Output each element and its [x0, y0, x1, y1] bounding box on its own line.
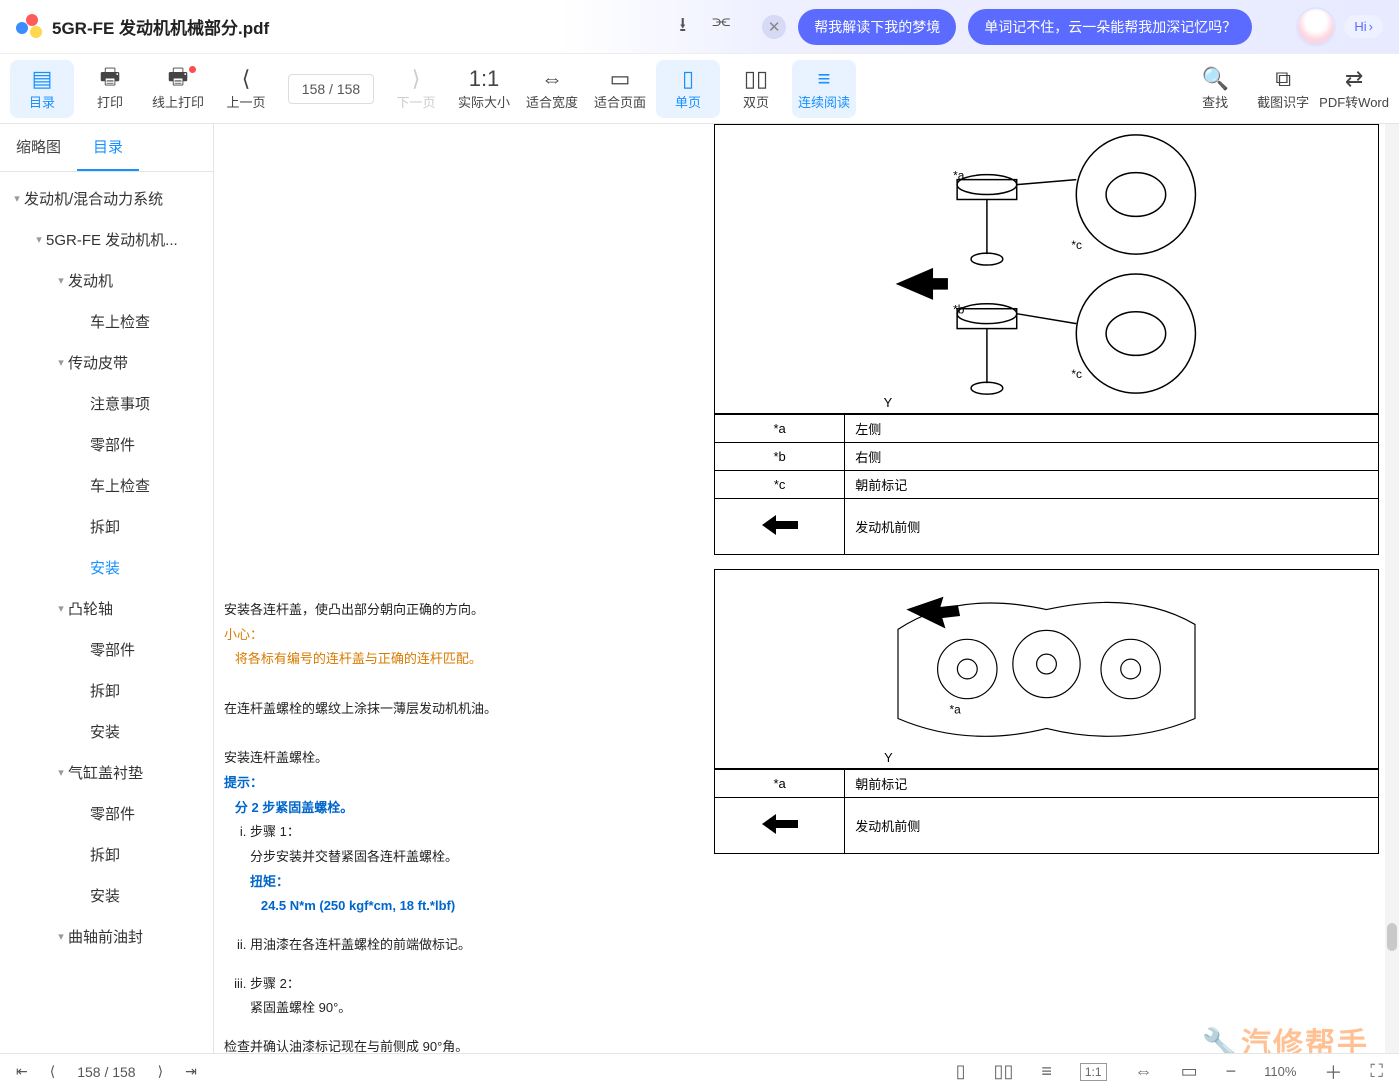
tab-outline[interactable]: 目录 — [77, 124, 139, 171]
outline-item[interactable]: ▾气缸盖衬垫 — [0, 752, 213, 793]
sidebar: 缩略图 目录 ▾发动机/混合动力系统▾5GR-FE 发动机机...▾发动机车上检… — [0, 124, 214, 1053]
ocr-button[interactable]: ⧉截图识字 — [1251, 60, 1315, 118]
view-double-icon[interactable]: ▯▯ — [994, 1061, 1014, 1082]
fullscreen-icon[interactable]: ⛶ — [1370, 1061, 1383, 1082]
avatar[interactable] — [1296, 7, 1336, 47]
outline-item[interactable]: 安装 — [0, 711, 213, 752]
page-text-column: 安装各连杆盖，使凸出部分朝向正确的方向。 小心： 将各标有编号的连杆盖与正确的连… — [214, 124, 714, 1053]
file-title: 5GR-FE 发动机机械部分.pdf — [52, 14, 269, 39]
cloud-print-button[interactable]: 🖶线上打印 — [146, 60, 210, 118]
status-bar: ⇤ ⟨ 158 / 158 ⟩ ⇥ ▯ ▯▯ ≡ 1:1 ⇔ ▭ − 110% … — [0, 1053, 1399, 1089]
view-continuous-icon[interactable]: ≡ — [1041, 1061, 1052, 1082]
find-button[interactable]: 🔍查找 — [1183, 60, 1247, 118]
outline-item[interactable]: 拆卸 — [0, 834, 213, 875]
double-page-button[interactable]: ▯▯双页 — [724, 60, 788, 118]
outline-item[interactable]: 注意事项 — [0, 383, 213, 424]
outline-item[interactable]: 零部件 — [0, 424, 213, 465]
step-1: 步骤 1： 分步安装并交替紧固各连杆盖螺栓。 扭矩： 24.5 N*m (250… — [250, 820, 700, 919]
suggestion-pill-2[interactable]: 单词记不住，云一朵能帮我加深记忆吗？ — [968, 9, 1252, 45]
download-icon[interactable]: ⭳ — [679, 10, 686, 44]
outline-item[interactable]: ▾发动机/混合动力系统 — [0, 178, 213, 219]
view-fitp-icon[interactable]: ▭ — [1181, 1061, 1198, 1082]
legend-table-1: *a左侧 *b右侧 *c朝前标记 发动机前侧 — [714, 414, 1379, 555]
outline-item[interactable]: 拆卸 — [0, 506, 213, 547]
app-logo — [16, 14, 42, 40]
svg-text:*c: *c — [1071, 367, 1082, 381]
outline-item[interactable]: 车上检查 — [0, 465, 213, 506]
tab-thumbnails[interactable]: 缩略图 — [0, 124, 77, 171]
prev-page-icon[interactable]: ⟨ — [50, 1063, 55, 1080]
page-figure-column: *a *b *c *c Y *a左侧 *b右侧 *c朝前标记 发动机前侧 — [714, 124, 1399, 1053]
view-single-icon[interactable]: ▯ — [956, 1061, 966, 1082]
svg-text:Y: Y — [884, 750, 893, 765]
svg-text:Y: Y — [884, 395, 893, 410]
zoom-in-icon[interactable]: ＋ — [1324, 1059, 1342, 1085]
outline-item[interactable]: ▾凸轮轴 — [0, 588, 213, 629]
legend-table-2: *a朝前标记 发动机前侧 — [714, 769, 1379, 854]
share-icon[interactable]: ⫘ — [712, 10, 730, 44]
outline-item[interactable]: ▾曲轴前油封 — [0, 916, 213, 957]
document-viewport[interactable]: 安装各连杆盖，使凸出部分朝向正确的方向。 小心： 将各标有编号的连杆盖与正确的连… — [214, 124, 1399, 1053]
print-button[interactable]: 🖶打印 — [78, 60, 142, 118]
last-page-icon[interactable]: ⇥ — [185, 1063, 197, 1080]
next-page-icon[interactable]: ⟩ — [158, 1063, 163, 1080]
actual-size-button[interactable]: 1:1实际大小 — [452, 60, 516, 118]
outline-item[interactable]: 安装 — [0, 547, 213, 588]
close-suggestion-icon[interactable]: ✕ — [762, 15, 786, 39]
step-2: 用油漆在各连杆盖螺栓的前端做标记。 — [250, 933, 700, 958]
svg-text:*b: *b — [953, 303, 965, 317]
outline-item[interactable]: ▾传动皮带 — [0, 342, 213, 383]
prev-page-button[interactable]: ⟨上一页 — [214, 60, 278, 118]
outline-tree: ▾发动机/混合动力系统▾5GR-FE 发动机机...▾发动机车上检查▾传动皮带注… — [0, 172, 213, 1053]
svg-text:*a: *a — [953, 169, 965, 183]
first-page-icon[interactable]: ⇤ — [16, 1063, 28, 1080]
scrollbar[interactable] — [1385, 124, 1399, 1053]
pdf-to-word-button[interactable]: ⇄PDF转Word — [1319, 60, 1389, 118]
continuous-button[interactable]: ≡连续阅读 — [792, 60, 856, 118]
hi-badge[interactable]: Hi› — [1344, 15, 1383, 38]
outline-item[interactable]: ▾5GR-FE 发动机机... — [0, 219, 213, 260]
page-indicator[interactable]: 158 / 158 — [77, 1064, 135, 1080]
figure-piston: *a *b *c *c Y — [714, 124, 1379, 414]
zoom-out-icon[interactable]: − — [1226, 1061, 1237, 1082]
title-bar: 5GR-FE 发动机机械部分.pdf ⭳ ⫘ ✕ 帮我解读下我的梦境 单词记不住… — [0, 0, 1399, 54]
outline-item[interactable]: ▾发动机 — [0, 260, 213, 301]
page-input[interactable]: 158 / 158 — [288, 74, 374, 104]
svg-text:*a: *a — [949, 703, 961, 717]
figure-crankshaft: *a Y — [714, 569, 1379, 769]
svg-text:*c: *c — [1071, 238, 1082, 252]
single-page-button[interactable]: ▯单页 — [656, 60, 720, 118]
outline-item[interactable]: 拆卸 — [0, 670, 213, 711]
outline-item[interactable]: 零部件 — [0, 793, 213, 834]
fit-width-button[interactable]: ⇔适合宽度 — [520, 60, 584, 118]
outline-item[interactable]: 零部件 — [0, 629, 213, 670]
fit-page-button[interactable]: ▭适合页面 — [588, 60, 652, 118]
view-fitw-icon[interactable]: ⇔ — [1135, 1061, 1153, 1082]
zoom-level: 110% — [1264, 1064, 1296, 1079]
outline-item[interactable]: 安装 — [0, 875, 213, 916]
next-page-button: ⟩下一页 — [384, 60, 448, 118]
suggestion-pill-1[interactable]: 帮我解读下我的梦境 — [798, 9, 956, 45]
step-3: 步骤 2： 紧固盖螺栓 90°。 — [250, 972, 700, 1021]
view-11-icon[interactable]: 1:1 — [1080, 1063, 1107, 1081]
toc-button[interactable]: ▤目录 — [10, 60, 74, 118]
toolbar: ▤目录 🖶打印 🖶线上打印 ⟨上一页 158 / 158 ⟩下一页 1:1实际大… — [0, 54, 1399, 124]
outline-item[interactable]: 车上检查 — [0, 301, 213, 342]
